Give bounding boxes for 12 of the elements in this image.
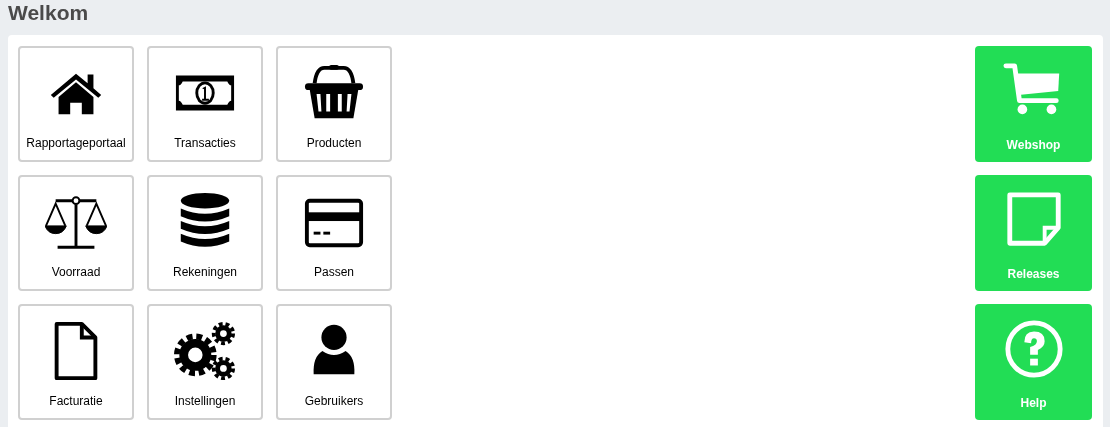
- gears-icon: [174, 320, 236, 382]
- menu-tile[interactable]: Gebruikers: [276, 304, 392, 420]
- menu-tile[interactable]: Instellingen: [147, 304, 263, 420]
- menu-tile[interactable]: Voorraad: [18, 175, 134, 291]
- menu-tile[interactable]: Facturatie: [18, 304, 134, 420]
- menu-tile[interactable]: Rekeningen: [147, 175, 263, 291]
- menu-tile[interactable]: Producten: [276, 46, 392, 162]
- help-icon: [1002, 318, 1065, 380]
- menu-tile[interactable]: Transacties: [147, 46, 263, 162]
- menu-tile[interactable]: Passen: [276, 175, 392, 291]
- page-title: Welkom: [8, 0, 90, 26]
- menu-tile[interactable]: Rapportageportaal: [18, 46, 134, 162]
